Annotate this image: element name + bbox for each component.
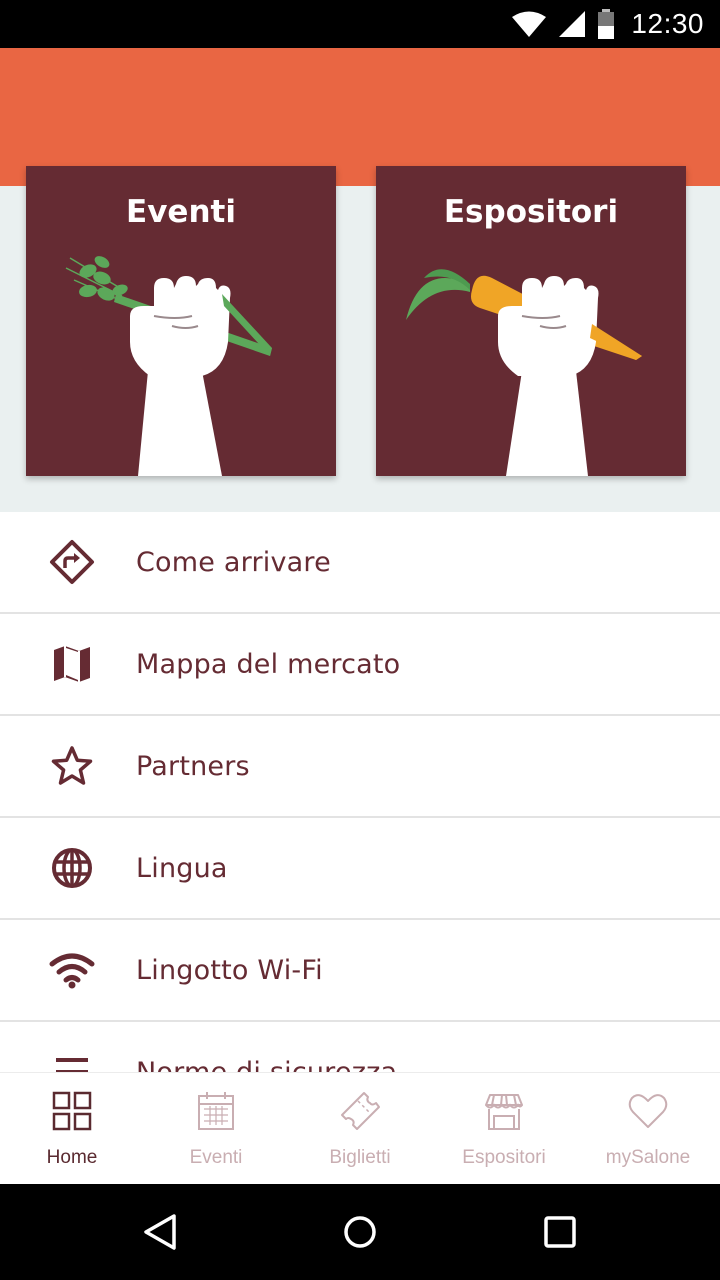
menu-item-lingua[interactable]: Lingua [0, 818, 720, 920]
menu-item-label: Lingua [136, 852, 228, 884]
nav-mysalone[interactable]: mySalone [576, 1073, 720, 1185]
fist-carrot-illustration [406, 269, 642, 476]
menu-list: Come arrivare Mappa del mercato Partners [0, 512, 720, 1072]
recents-icon[interactable] [536, 1208, 584, 1256]
menu-item-mappa[interactable]: Mappa del mercato [0, 614, 720, 716]
menu-item-wifi[interactable]: Lingotto Wi-Fi [0, 920, 720, 1022]
battery-icon [598, 9, 615, 39]
globe-icon [48, 844, 96, 892]
cell-signal-icon [559, 11, 586, 37]
espositori-tile[interactable]: Espositori [376, 166, 686, 476]
menu-item-label: Mappa del mercato [136, 648, 401, 680]
nav-home-label: Home [46, 1147, 98, 1168]
nav-espositori-label: Espositori [462, 1147, 546, 1168]
menu-item-label: Norme di sicurezza [136, 1056, 398, 1073]
menu-item-partners[interactable]: Partners [0, 716, 720, 818]
nav-home[interactable]: Home [0, 1073, 144, 1185]
menu-item-label: Partners [136, 750, 250, 782]
calendar-icon [198, 1092, 234, 1130]
grid-icon [52, 1091, 92, 1131]
back-icon[interactable] [136, 1208, 184, 1256]
wifi-signal-icon [512, 11, 547, 37]
wifi-icon [48, 946, 96, 994]
star-icon [48, 742, 96, 790]
nav-biglietti-label: Biglietti [329, 1147, 391, 1168]
clock: 12:30 [631, 8, 704, 39]
market-stall-icon [485, 1094, 523, 1130]
nav-espositori[interactable]: Espositori [432, 1073, 576, 1185]
nav-biglietti[interactable]: Biglietti [288, 1073, 432, 1185]
menu-lines-icon [48, 1048, 96, 1072]
system-navigation-bar [0, 1184, 720, 1280]
directions-icon [48, 538, 96, 586]
fist-sprout-illustration [65, 256, 272, 476]
nav-eventi-label: Eventi [189, 1147, 243, 1168]
status-bar: 12:30 [0, 0, 720, 48]
menu-item-come-arrivare[interactable]: Come arrivare [0, 512, 720, 614]
menu-item-norme-sicurezza[interactable]: Norme di sicurezza [0, 1022, 720, 1072]
bottom-navigation: Home Eventi Biglietti Espositori mySalon… [0, 1072, 720, 1184]
map-icon [48, 640, 96, 688]
home-circle-icon[interactable] [336, 1208, 384, 1256]
nav-eventi[interactable]: Eventi [144, 1073, 288, 1185]
eventi-tile[interactable]: Eventi [26, 166, 336, 476]
ticket-icon [341, 1092, 380, 1130]
heart-icon [628, 1094, 668, 1128]
menu-item-label: Lingotto Wi-Fi [136, 954, 323, 986]
menu-item-label: Come arrivare [136, 546, 331, 578]
nav-mysalone-label: mySalone [605, 1147, 691, 1168]
